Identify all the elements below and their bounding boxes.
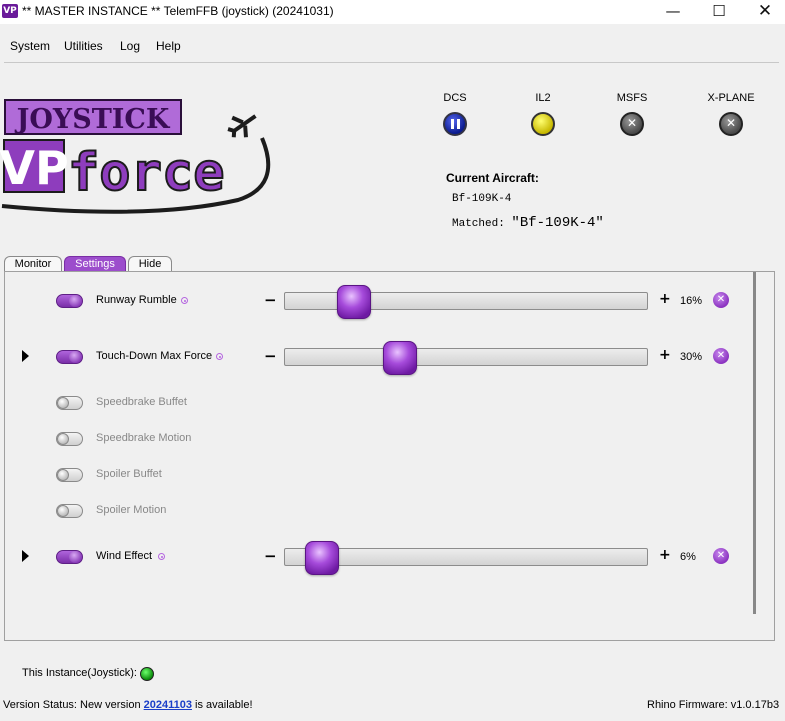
instance-status-led-icon (140, 667, 154, 681)
toggle-spoiler-buffet[interactable] (56, 468, 83, 482)
sim-label-dcs: DCS (443, 92, 467, 104)
yellow-led-icon[interactable] (531, 112, 555, 136)
menu-log[interactable]: Log (120, 39, 140, 53)
setting-label: Touch-Down Max Force (96, 350, 213, 362)
pause-icon[interactable] (443, 112, 467, 136)
setting-row-touchdown-max-force: Touch-Down Max Force − + 30% ✕ (5, 341, 775, 375)
toggle-knob (69, 351, 82, 363)
setting-percent: 16% (680, 295, 703, 307)
version-suffix: is available! (191, 699, 253, 711)
xplane-x-icon[interactable]: ✕ (719, 112, 743, 136)
logo-force-text: force (68, 143, 225, 203)
slider-thumb[interactable] (304, 541, 339, 575)
slider-thumb[interactable] (337, 285, 372, 319)
increase-button[interactable]: + (659, 347, 671, 363)
decrease-button[interactable]: − (264, 291, 277, 309)
setting-label: Spoiler Buffet (96, 468, 162, 480)
setting-row-speedbrake-motion: Speedbrake Motion (5, 424, 775, 454)
decrease-button[interactable]: − (264, 347, 277, 365)
version-status: Version Status: New version 20241103 is … (3, 699, 253, 711)
info-icon[interactable] (216, 353, 223, 360)
settings-scrollbar[interactable] (753, 272, 756, 614)
vpforce-joystick-logo: JOYSTICK VP force (0, 99, 271, 214)
setting-row-speedbrake-buffet: Speedbrake Buffet (5, 388, 775, 418)
current-aircraft-value: Bf-109K-4 (452, 193, 512, 205)
matched-label: Matched: (452, 218, 505, 230)
setting-label: Speedbrake Motion (96, 432, 192, 444)
jet-icon (227, 114, 257, 138)
increase-button[interactable]: + (659, 291, 671, 307)
expand-arrow-icon[interactable] (22, 350, 29, 362)
reset-x-icon[interactable]: ✕ (713, 348, 729, 364)
toggle-spoiler-motion[interactable] (56, 504, 83, 518)
menu-divider (4, 62, 779, 63)
menu-help[interactable]: Help (156, 39, 181, 53)
logo-joystick-text: JOYSTICK (15, 104, 171, 135)
toggle-knob (57, 505, 69, 517)
menu-system[interactable]: System (10, 39, 50, 53)
toggle-knob (57, 433, 69, 445)
increase-button[interactable]: + (659, 547, 671, 563)
toggle-touchdown-max-force[interactable] (56, 350, 83, 364)
matched-aircraft: Matched: "Bf-109K-4" (452, 215, 604, 231)
app-logo-icon: VP (2, 4, 18, 18)
setting-percent: 30% (680, 351, 703, 363)
window-title: ** MASTER INSTANCE ** TelemFFB (joystick… (22, 4, 334, 18)
setting-label: Wind Effect (96, 550, 153, 562)
version-link[interactable]: 20241103 (144, 699, 192, 711)
sim-label-il2: IL2 (535, 92, 551, 104)
settings-panel: Runway Rumble − + 16% ✕ Touch-Down Max F… (4, 271, 775, 641)
toggle-speedbrake-buffet[interactable] (56, 396, 83, 410)
slider-thumb[interactable] (383, 341, 418, 375)
reset-x-icon[interactable]: ✕ (713, 292, 729, 308)
toggle-wind-effect[interactable] (56, 550, 83, 564)
setting-percent: 6% (680, 551, 696, 563)
firmware-version: Rhino Firmware: v1.0.17b3 (647, 699, 780, 711)
info-icon[interactable] (158, 553, 165, 560)
slider-track[interactable] (284, 341, 648, 375)
sim-label-xplane: X-PLANE (707, 92, 755, 104)
version-prefix: Version Status: New version (3, 699, 144, 711)
maximize-button[interactable]: ☐ (696, 0, 742, 24)
toggle-knob (57, 397, 69, 409)
minimize-button[interactable]: — (650, 0, 696, 24)
msfs-x-icon[interactable]: ✕ (620, 112, 644, 136)
expand-arrow-icon[interactable] (22, 550, 29, 562)
logo-vp-text: VP (0, 141, 69, 195)
toggle-knob (69, 295, 82, 307)
toggle-speedbrake-motion[interactable] (56, 432, 83, 446)
menu-bar: System Utilities Log Help (0, 34, 785, 58)
tab-settings[interactable]: Settings (64, 256, 126, 272)
instance-label: This Instance(Joystick): (22, 667, 137, 679)
setting-row-spoiler-motion: Spoiler Motion (5, 496, 775, 526)
reset-x-icon[interactable]: ✕ (713, 548, 729, 564)
slider-track[interactable] (284, 541, 648, 575)
toggle-runway-rumble[interactable] (56, 294, 83, 308)
setting-row-wind-effect: Wind Effect − + 6% ✕ (5, 541, 775, 575)
setting-row-spoiler-buffet: Spoiler Buffet (5, 460, 775, 490)
title-bar: VP ** MASTER INSTANCE ** TelemFFB (joyst… (0, 0, 785, 24)
setting-label: Spoiler Motion (96, 504, 167, 516)
matched-value: "Bf-109K-4" (511, 215, 604, 231)
setting-label: Runway Rumble (96, 294, 177, 306)
menu-utilities[interactable]: Utilities (64, 39, 103, 53)
setting-row-runway-rumble: Runway Rumble − + 16% ✕ (5, 285, 775, 319)
setting-label: Speedbrake Buffet (96, 396, 187, 408)
toggle-knob (57, 469, 69, 481)
sim-label-msfs: MSFS (616, 92, 648, 104)
tab-hide[interactable]: Hide (128, 256, 172, 272)
current-aircraft-heading: Current Aircraft: (446, 171, 539, 185)
decrease-button[interactable]: − (264, 547, 277, 565)
slider-track[interactable] (284, 285, 648, 319)
tab-monitor[interactable]: Monitor (4, 256, 62, 272)
toggle-knob (69, 551, 82, 563)
info-icon[interactable] (181, 297, 188, 304)
close-window-button[interactable]: ✕ (742, 0, 785, 24)
